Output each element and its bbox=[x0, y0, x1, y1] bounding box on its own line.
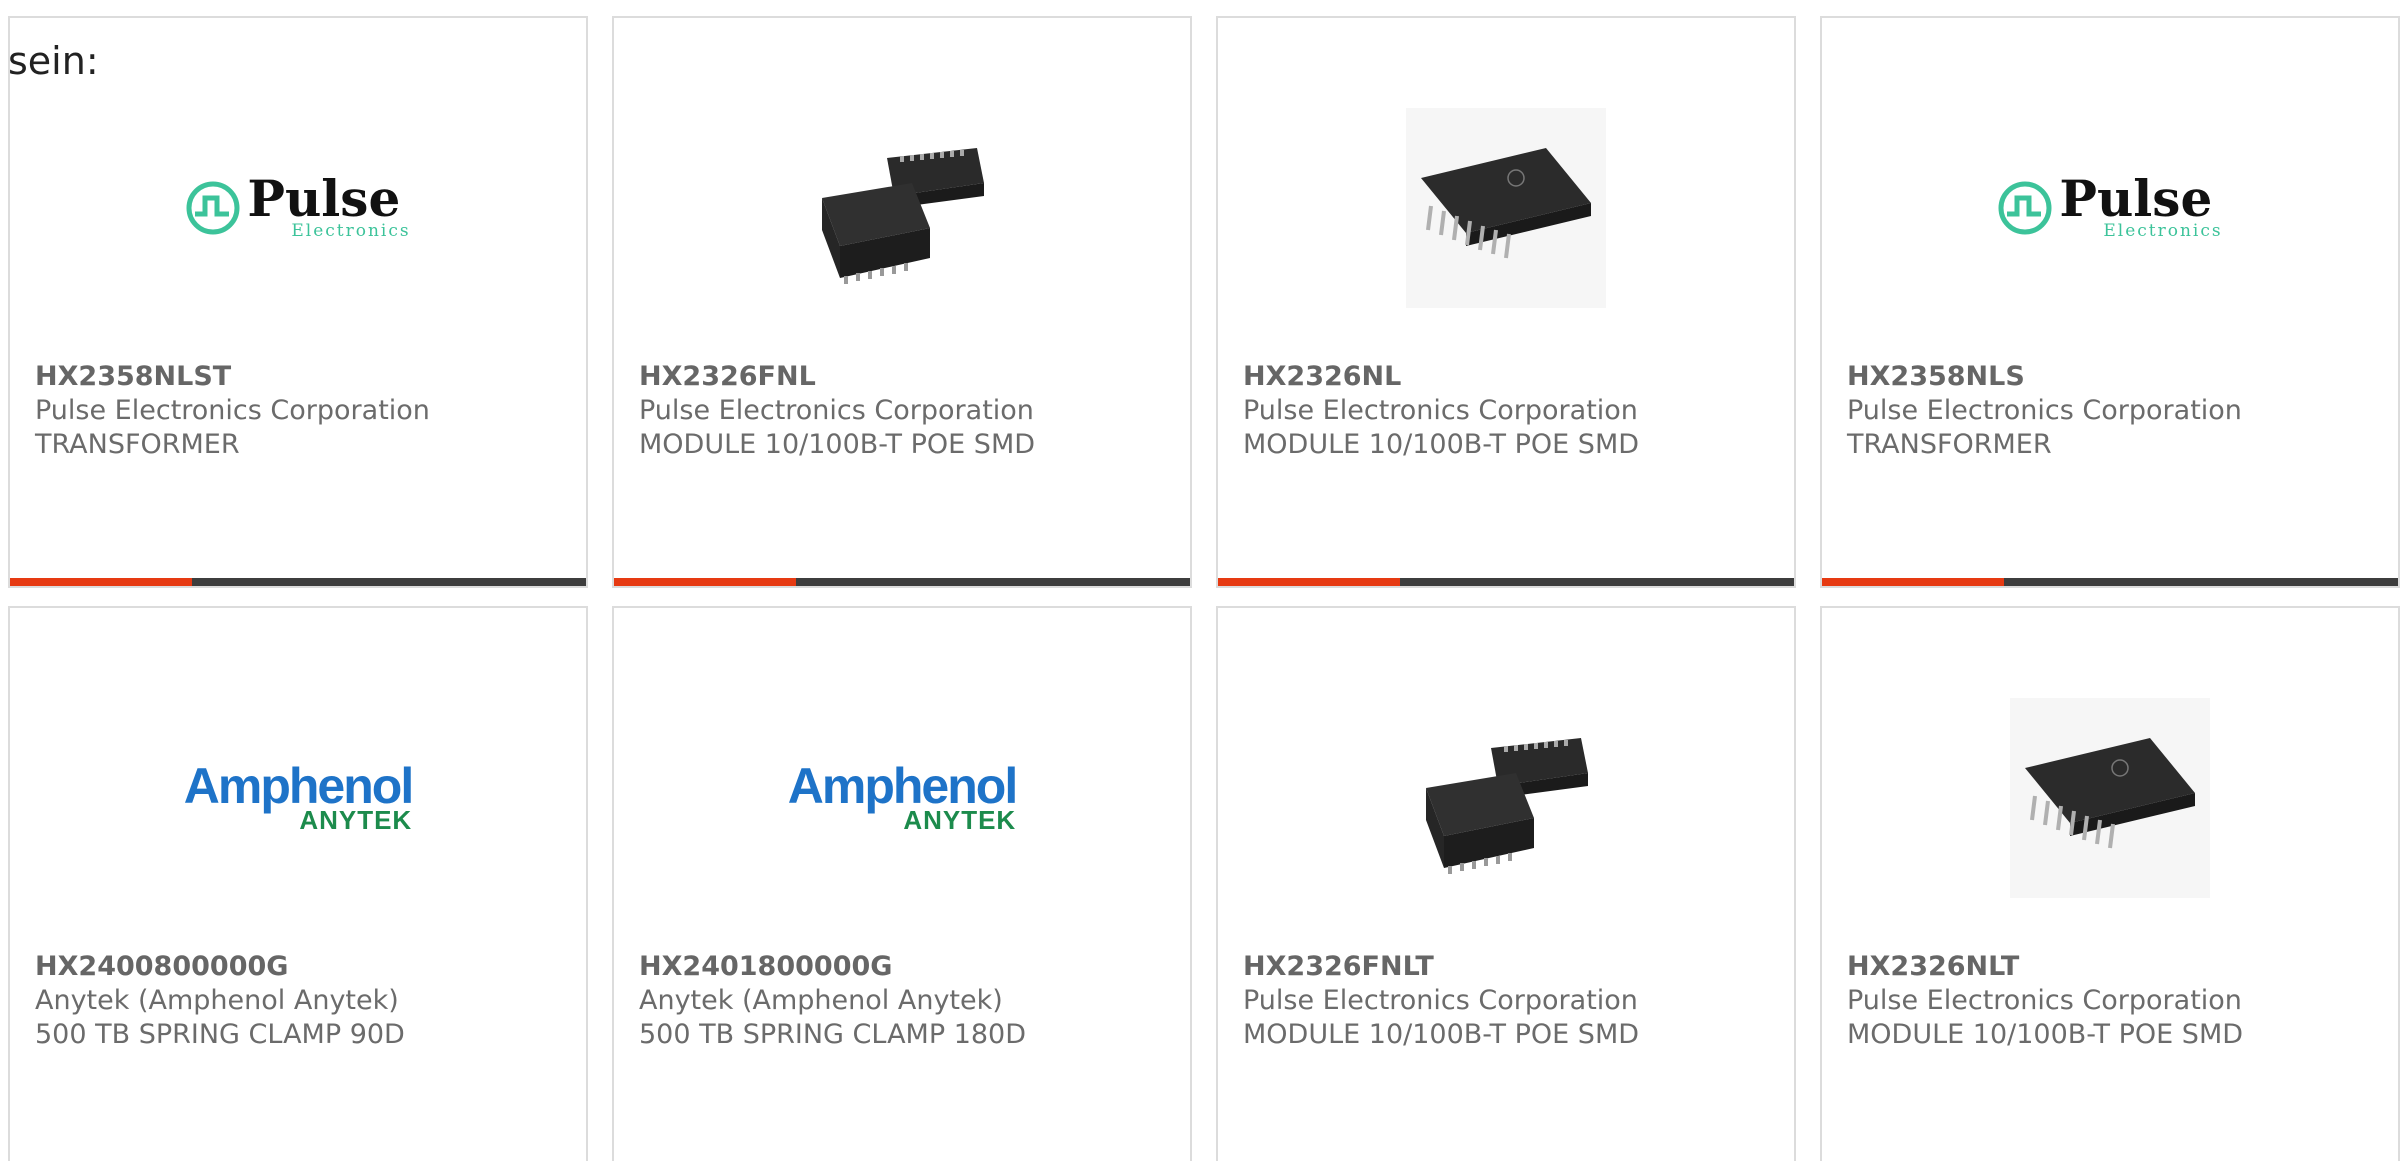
manufacturer: Anytek (Amphenol Anytek) bbox=[35, 985, 399, 1016]
description: TRANSFORMER bbox=[35, 429, 240, 460]
product-card[interactable]: Amphenol ANYTEK HX2400800000G Anytek (Am… bbox=[8, 606, 588, 1161]
intro-text: sein: bbox=[8, 39, 99, 83]
part-number[interactable]: HX2326FNLT bbox=[1243, 950, 1774, 984]
product-card[interactable]: Pulse Electronics HX2358NLST Pulse Elect… bbox=[8, 16, 588, 588]
product-image[interactable]: Pulse Electronics bbox=[1822, 88, 2398, 328]
card-accent bbox=[10, 578, 192, 586]
amphenol-anytek-logo: Amphenol ANYTEK bbox=[183, 758, 414, 835]
card-bottom-bar bbox=[10, 578, 586, 586]
description: 500 TB SPRING CLAMP 90D bbox=[35, 1019, 405, 1050]
card-bottom-bar bbox=[614, 578, 1190, 586]
amphenol-logo-word: Amphenol bbox=[183, 758, 414, 814]
product-info: HX2326FNL Pulse Electronics Corporation … bbox=[639, 360, 1170, 462]
description: MODULE 10/100B-T POE SMD bbox=[639, 429, 1036, 460]
part-number[interactable]: HX2400800000G bbox=[35, 950, 566, 984]
product-card[interactable]: HX2326FNL Pulse Electronics Corporation … bbox=[612, 16, 1192, 588]
product-image[interactable] bbox=[1218, 678, 1794, 918]
product-info: HX2400800000G Anytek (Amphenol Anytek) 5… bbox=[35, 950, 566, 1052]
pulse-logo-sub: Electronics bbox=[291, 221, 411, 241]
card-bottom-bar bbox=[1822, 578, 2398, 586]
product-info: HX2401800000G Anytek (Amphenol Anytek) 5… bbox=[639, 950, 1170, 1052]
card-accent bbox=[1822, 578, 2004, 586]
part-number[interactable]: HX2326NLT bbox=[1847, 950, 2378, 984]
product-card[interactable]: HX2326NL Pulse Electronics Corporation M… bbox=[1216, 16, 1796, 588]
manufacturer: Pulse Electronics Corporation bbox=[1243, 395, 1638, 426]
part-number[interactable]: HX2326NL bbox=[1243, 360, 1774, 394]
product-image[interactable] bbox=[614, 88, 1190, 328]
description: TRANSFORMER bbox=[1847, 429, 2052, 460]
product-card[interactable]: HX2326NLT Pulse Electronics Corporation … bbox=[1820, 606, 2400, 1161]
description: MODULE 10/100B-T POE SMD bbox=[1243, 1019, 1640, 1050]
smd-module-pair-photo bbox=[822, 148, 984, 284]
anytek-logo-sub: ANYTEK bbox=[299, 805, 413, 835]
pulse-logo-mark-icon bbox=[1998, 181, 2052, 235]
card-accent bbox=[1218, 578, 1400, 586]
product-info: HX2326NLT Pulse Electronics Corporation … bbox=[1847, 950, 2378, 1052]
manufacturer: Pulse Electronics Corporation bbox=[1243, 985, 1638, 1016]
product-info: HX2358NLS Pulse Electronics Corporation … bbox=[1847, 360, 2378, 462]
pulse-logo-word: Pulse bbox=[247, 169, 401, 228]
smd-chip-photo bbox=[2010, 698, 2210, 898]
pulse-electronics-logo: Pulse Electronics bbox=[1997, 169, 2223, 241]
smd-module-pair-photo bbox=[1426, 738, 1588, 874]
product-grid-page: sein: Pulse Electronics HX2358NLST Pulse… bbox=[0, 0, 2400, 1161]
pulse-logo-mark-icon bbox=[186, 181, 240, 235]
part-number[interactable]: HX2401800000G bbox=[639, 950, 1170, 984]
anytek-logo-sub: ANYTEK bbox=[903, 805, 1017, 835]
product-info: HX2326FNLT Pulse Electronics Corporation… bbox=[1243, 950, 1774, 1052]
product-image[interactable]: Amphenol ANYTEK bbox=[10, 678, 586, 918]
smd-chip-photo bbox=[1406, 108, 1606, 308]
product-info: HX2358NLST Pulse Electronics Corporation… bbox=[35, 360, 566, 462]
product-image[interactable]: Amphenol ANYTEK bbox=[614, 678, 1190, 918]
amphenol-anytek-logo: Amphenol ANYTEK bbox=[787, 758, 1018, 835]
product-image[interactable]: Pulse Electronics bbox=[10, 88, 586, 328]
pulse-electronics-logo: Pulse Electronics bbox=[185, 169, 411, 241]
manufacturer: Anytek (Amphenol Anytek) bbox=[639, 985, 1003, 1016]
product-card[interactable]: Amphenol ANYTEK HX2401800000G Anytek (Am… bbox=[612, 606, 1192, 1161]
product-info: HX2326NL Pulse Electronics Corporation M… bbox=[1243, 360, 1774, 462]
description: 500 TB SPRING CLAMP 180D bbox=[639, 1019, 1027, 1050]
product-image[interactable] bbox=[1822, 678, 2398, 918]
manufacturer: Pulse Electronics Corporation bbox=[35, 395, 430, 426]
product-image[interactable] bbox=[1218, 88, 1794, 328]
pulse-logo-sub: Electronics bbox=[2103, 221, 2223, 241]
description: MODULE 10/100B-T POE SMD bbox=[1243, 429, 1640, 460]
description: MODULE 10/100B-T POE SMD bbox=[1847, 1019, 2244, 1050]
part-number[interactable]: HX2326FNL bbox=[639, 360, 1170, 394]
manufacturer: Pulse Electronics Corporation bbox=[1847, 985, 2242, 1016]
part-number[interactable]: HX2358NLS bbox=[1847, 360, 2378, 394]
part-number[interactable]: HX2358NLST bbox=[35, 360, 566, 394]
card-accent bbox=[614, 578, 796, 586]
amphenol-logo-word: Amphenol bbox=[787, 758, 1018, 814]
pulse-logo-word: Pulse bbox=[2059, 169, 2213, 228]
card-bottom-bar bbox=[1218, 578, 1794, 586]
product-card[interactable]: HX2326FNLT Pulse Electronics Corporation… bbox=[1216, 606, 1796, 1161]
product-card[interactable]: Pulse Electronics HX2358NLS Pulse Electr… bbox=[1820, 16, 2400, 588]
manufacturer: Pulse Electronics Corporation bbox=[639, 395, 1034, 426]
manufacturer: Pulse Electronics Corporation bbox=[1847, 395, 2242, 426]
